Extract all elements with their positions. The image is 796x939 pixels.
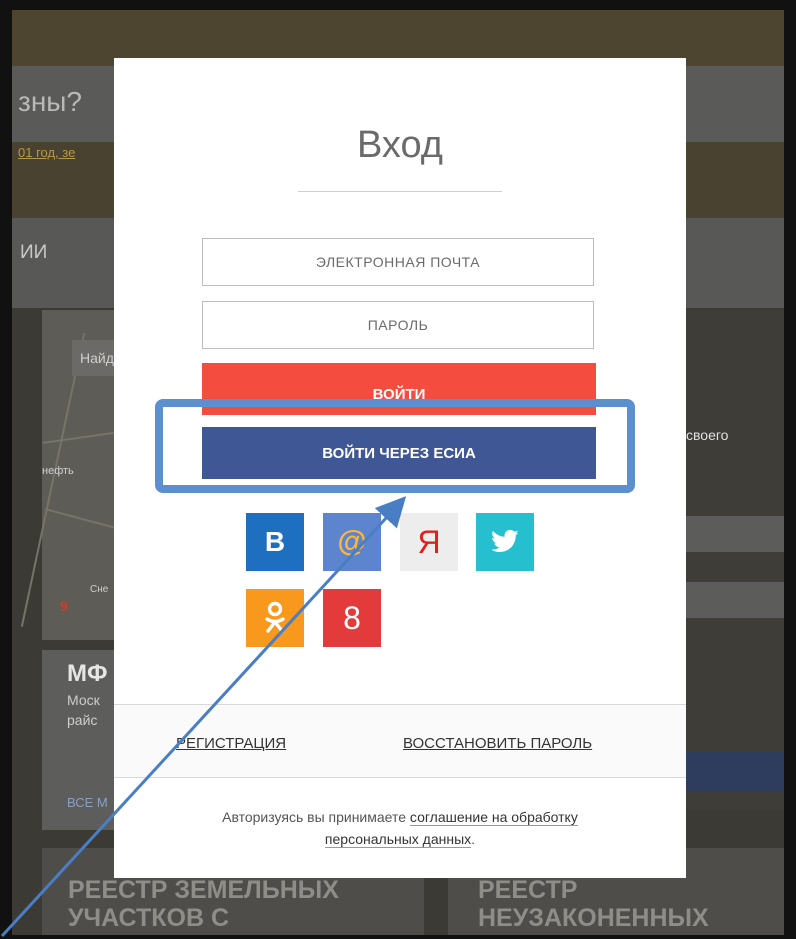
arrow-line	[0, 496, 407, 938]
screen-frame: зны? 01 год, зе ИИ Найд нефть 9 Сне МФ М…	[0, 0, 796, 939]
annotation-arrow	[0, 496, 407, 938]
